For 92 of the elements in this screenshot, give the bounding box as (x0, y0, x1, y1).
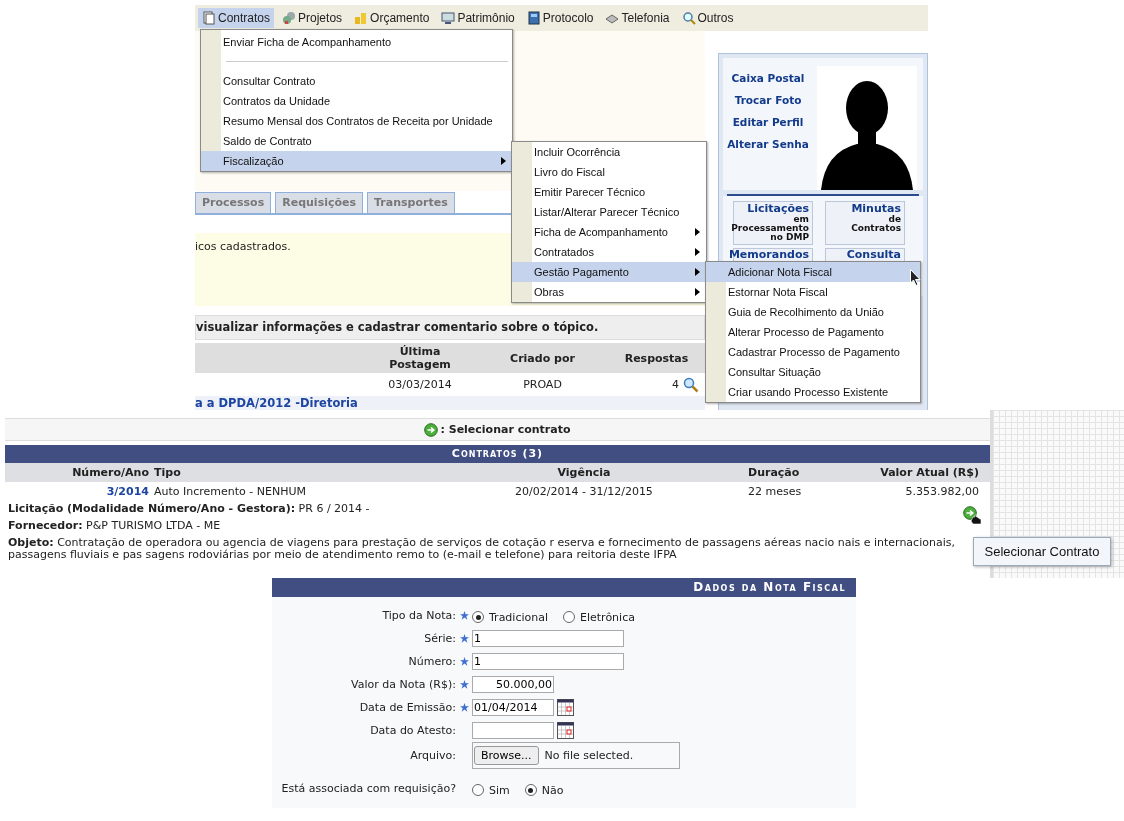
menu-item[interactable]: Consultar Situação (706, 362, 920, 382)
tooltip: Selecionar Contrato (973, 537, 1111, 566)
field-label: Está associada com requisição? (280, 782, 456, 795)
date-field[interactable] (472, 722, 554, 739)
menu-item[interactable]: Livro do Fiscal (512, 162, 706, 182)
table-caption: visualizar informações e cadastrar comentario sobre o tópico. (195, 315, 705, 340)
hint-text: : Selecionar contrato (440, 423, 571, 436)
column-header: Vigência (556, 466, 612, 479)
menu-item[interactable]: Fiscalização (201, 151, 512, 171)
field-label: Data de Emissão: (358, 701, 456, 714)
detail-text: Licitação (Modalidade Número/Ano - Gestora): PR 6 / 2014 - (8, 503, 371, 515)
menu-item[interactable]: Contratos da Unidade (201, 91, 512, 111)
menu-item[interactable]: Obras (512, 282, 706, 302)
field-label: Arquivo: (409, 749, 456, 762)
option-label: Eletrônica (580, 610, 635, 624)
radio-button[interactable] (524, 784, 537, 796)
column-header: Valor Atual (R$) (879, 466, 979, 479)
select-contract-icon[interactable] (963, 506, 983, 526)
search-icon (681, 11, 696, 25)
table-cell-text: Auto Incremento - NENHUM (154, 485, 308, 498)
menu-bar-item[interactable]: Protocolo (522, 8, 598, 28)
menu-bar-item[interactable]: Orçamento (350, 8, 434, 28)
column-header: Número/Ano (71, 466, 149, 479)
table-cell-text: 22 meses (747, 485, 803, 498)
table-cell-text: 20/02/2014 - 31/12/2015 (514, 485, 654, 498)
menu-bar-item[interactable]: Contratos (198, 8, 275, 28)
menu-bar-item[interactable]: Projetos (278, 8, 347, 28)
calendar-icon[interactable] (557, 722, 574, 739)
profile-link[interactable]: Caixa Postal (731, 72, 805, 84)
menu-item[interactable]: Incluir Ocorrência (512, 142, 706, 162)
menu-item[interactable]: Alterar Processo de Pagamento (706, 322, 920, 342)
radio-button[interactable] (472, 611, 484, 623)
document-icon (202, 11, 216, 25)
browse-button[interactable]: Browse... (474, 746, 539, 765)
profile-link[interactable]: Editar Perfil (732, 116, 804, 128)
radio-button[interactable] (472, 784, 484, 796)
option-label: Sim (489, 783, 510, 797)
menu-item[interactable]: Listar/Alterar Parecer Técnico (512, 202, 706, 222)
file-field[interactable]: Browse... No file selected. (472, 742, 680, 769)
computer-icon (441, 11, 456, 25)
radio-button[interactable] (563, 611, 575, 623)
detail-text: Fornecedor: P&P TURISMO LTDA - ME (8, 520, 222, 532)
menu-item[interactable]: Contratados (512, 242, 706, 262)
field-label: Série: (423, 632, 456, 645)
menu-item[interactable]: Consultar Contrato (201, 71, 512, 91)
column-header: Criado por (509, 351, 576, 365)
field-label: Valor da Nota (R$): (350, 678, 456, 691)
option-label: Tradicional (489, 610, 548, 624)
menu-item[interactable]: Resumo Mensal dos Contratos de Receita por Unidade (201, 111, 512, 131)
table-cell: 03/03/2014 (388, 378, 452, 391)
table-cell: 4 (672, 378, 679, 391)
column-header: Tipo (154, 466, 182, 479)
calendar-icon[interactable] (557, 699, 574, 716)
contract-link[interactable]: 3/2014 (5, 485, 149, 498)
profile-link[interactable]: Alterar Senha (727, 138, 809, 150)
menu-item[interactable]: Gestão Pagamento (512, 262, 706, 282)
notice-text: icos cadastrados. (195, 240, 291, 253)
column-header: Respostas (623, 351, 690, 365)
select-icon (424, 422, 439, 437)
search-icon[interactable] (683, 376, 699, 393)
menu-item[interactable]: Guia de Recolhimento da União (706, 302, 920, 322)
menu-bar-item[interactable]: Telefonia (601, 8, 674, 28)
field-label: Número: (407, 655, 456, 668)
menu-item[interactable]: Ficha de Acompanhamento (512, 222, 706, 242)
menu-item[interactable]: Saldo de Contrato (201, 131, 512, 151)
column-header: Última Postagem (388, 345, 452, 371)
field-label: Tipo da Nota: (381, 609, 456, 622)
date-field[interactable]: 01/04/2014 (472, 699, 554, 716)
menu-item[interactable]: Cadastrar Processo de Pagamento (706, 342, 920, 362)
table-title: Contratos (3) (5, 445, 990, 463)
menu-bar-item[interactable]: Patrimônio (437, 8, 519, 28)
banner-link[interactable]: Minutas de Contratos (825, 201, 905, 245)
menu-item[interactable]: Enviar Ficha de Acompanhamento (201, 32, 512, 52)
file-status: No file selected. (544, 749, 634, 762)
book-icon (526, 11, 541, 25)
option-label: Não (541, 783, 564, 797)
detail-text: Objeto: Contratação de operadora ou agencia de viagens para prestação de serviços de cotação r eserva e fornecimento de passagens aéreas nacio nais e internacionais, passagens fluviais e pas sagens rodoviárias por meio de atendimento remo to (e-mail e telefone) para reitoria deste IFPA (8, 537, 956, 561)
input-field[interactable]: 50.000,00 (472, 676, 554, 693)
input-field[interactable]: 1 (472, 630, 624, 647)
field-label: Data do Atesto: (369, 724, 456, 737)
table-cell-text: 5.353.982,00 (904, 485, 979, 498)
menu-bar-item[interactable]: Outros (677, 8, 738, 28)
banner-link[interactable]: Licitações em Processamento no DMP (733, 201, 813, 245)
form-title: Dados da Nota Fiscal (272, 578, 856, 597)
column-header: Duração (747, 466, 801, 479)
menu-item[interactable]: Adicionar Nota Fiscal (706, 262, 920, 282)
menu-item[interactable]: Estornar Nota Fiscal (706, 282, 920, 302)
input-field[interactable]: 1 (472, 653, 624, 670)
table-cell: PROAD (523, 378, 562, 391)
profile-link[interactable]: Trocar Foto (734, 94, 802, 106)
menu-item[interactable]: Criar usando Processo Existente (706, 382, 920, 402)
menu-item[interactable]: Emitir Parecer Técnico (512, 182, 706, 202)
